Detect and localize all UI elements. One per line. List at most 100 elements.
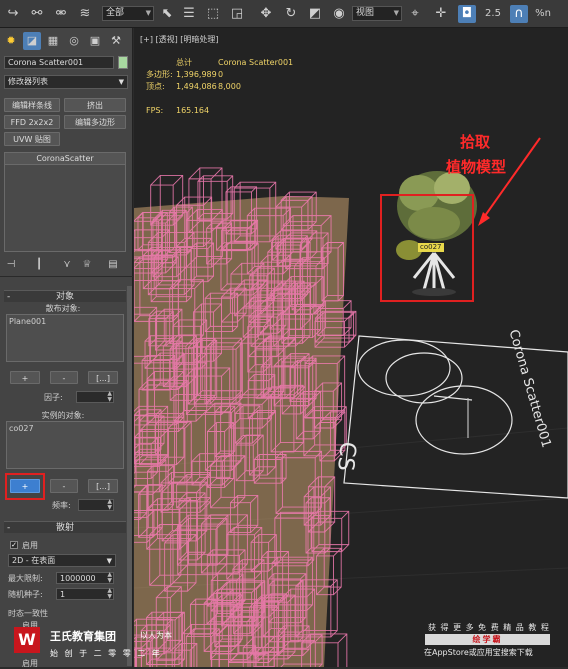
link-icon[interactable]: ⚯ [28, 5, 46, 23]
spinner-arrows-icon[interactable]: ▲ ▼ [107, 572, 112, 584]
view-mode-select[interactable]: 视图 ▼ [352, 6, 402, 21]
create-icon[interactable]: ✹ [2, 32, 20, 50]
enable-label: 启用 [22, 541, 38, 550]
scale-icon[interactable]: ◩ [306, 5, 324, 23]
factor-spinner[interactable]: ▲ ▼ [76, 391, 114, 403]
annotation-title-line2: 植物模型 [446, 158, 507, 176]
reference-coord-icon[interactable]: ◉ [330, 5, 348, 23]
instanced-object-item[interactable]: co027 [9, 424, 34, 433]
bind-space-warp-icon[interactable]: ≋ [76, 5, 94, 23]
more-instance-button[interactable]: [...] [88, 479, 118, 493]
make-unique-icon[interactable]: ⋎ [60, 256, 74, 274]
stack-item[interactable]: CoronaScatter [5, 153, 125, 165]
snap-icon[interactable]: ◘ [458, 5, 476, 23]
command-panel: ✹ ◪ ▦ ◎ ▣ ⚒ Corona Scatter001 修改器列表 ▼ 编辑… [0, 28, 133, 668]
window-crossing-icon[interactable]: ◲ [228, 5, 246, 23]
command-panel-scrollbar[interactable] [127, 286, 132, 666]
frequency-spinner[interactable]: ▲ ▼ [78, 499, 114, 511]
scatter-mode-dropdown[interactable]: 2D - 在表面 ▼ [8, 554, 116, 567]
promo-line1: 获 得 更 多 免 费 精 品 教 程 [428, 623, 550, 632]
distribute-object-item[interactable]: Plane001 [9, 317, 46, 326]
chevron-down-icon: ▼ [145, 9, 151, 17]
spinner-arrows-icon[interactable]: ▲ ▼ [107, 391, 112, 403]
more-distribute-button[interactable]: [...] [88, 371, 118, 384]
promo-app-name: 绘学霸 [425, 634, 550, 645]
modify-icon[interactable]: ◪ [23, 32, 41, 50]
pivot-icon[interactable]: ⌖ [406, 5, 424, 23]
annotation-arrow [481, 137, 541, 221]
move-icon[interactable]: ✥ [257, 5, 275, 23]
rect-region-icon[interactable]: ⬚ [204, 5, 222, 23]
scatter-rollout-title: 散射 [55, 523, 74, 533]
annotation-arrowhead-icon [478, 212, 490, 226]
stats-object-name: Corona Scatter001 [218, 58, 294, 67]
distribute-objects-list[interactable]: Plane001 [6, 314, 124, 362]
ffd-button[interactable]: FFD 2x2x2 [4, 115, 60, 129]
viewport-label[interactable]: [+] [透视] [明暗处理] [140, 34, 219, 45]
configure-sets-icon[interactable]: ▤ [106, 256, 120, 274]
utilities-icon[interactable]: ⚒ [107, 32, 125, 50]
motion-icon[interactable]: ◎ [65, 32, 83, 50]
pin-stack-icon[interactable]: ⊣ [4, 256, 18, 274]
add-distribute-button[interactable]: + [10, 371, 40, 384]
max-limit-spinner[interactable]: 1000000 ▲ ▼ [56, 572, 114, 584]
stats-poly-label: 多边形: [146, 70, 173, 79]
brand-name: 王氏教育集团 [50, 630, 116, 643]
brand-slogan: 以人为本 [140, 631, 172, 640]
scatter-rollout-header[interactable]: - 散射 [4, 521, 126, 533]
random-seed-spinner[interactable]: 1 ▲ ▼ [56, 588, 114, 600]
random-seed-label: 随机种子: [8, 590, 43, 599]
modifier-stack[interactable]: CoronaScatter [4, 152, 126, 252]
view-mode-value: 视图 [356, 8, 375, 18]
stack-tools: ⊣ ┃ ⋎ ♕ ▤ [4, 256, 128, 272]
enable-checkbox[interactable]: ✓ [10, 541, 18, 549]
object-color-swatch[interactable] [118, 56, 128, 69]
magnet-snap-icon[interactable]: ∩ [510, 5, 528, 23]
command-panel-tabs: ✹ ◪ ▦ ◎ ▣ ⚒ [2, 32, 130, 50]
promo-line2: 在AppStore或应用宝搜索下载 [424, 648, 533, 657]
unlink-icon[interactable]: ⚮ [52, 5, 70, 23]
perspective-viewport[interactable]: [+] [透视] [明暗处理] 总计 Corona Scatter001 多边形… [134, 28, 568, 667]
modifier-list-value: 修改器列表 [8, 77, 48, 86]
stats-poly-selected: 0 [218, 70, 224, 79]
remove-modifier-icon[interactable]: ♕ [80, 256, 94, 274]
factor-label: 因子: [44, 393, 63, 402]
remove-distribute-button[interactable]: - [50, 371, 78, 384]
angle-snap-value: 2.5 [485, 8, 501, 19]
object-name-value: Corona Scatter001 [8, 58, 84, 67]
main-toolbar: ↪ ⚯ ⚮ ≋ 全部 ▼ ⬉ ☰ ⬚ ◲ ✥ ↻ ◩ ◉ 视图 ▼ ⌖ ✛ ◘ 2.… [0, 0, 568, 28]
annotation-title-line1: 拾取 [460, 133, 491, 151]
percent-snap-icon[interactable]: %n [534, 5, 552, 23]
highlight-box [5, 473, 45, 500]
selection-filter-select[interactable]: 全部 ▼ [102, 6, 154, 21]
object-name-field[interactable]: Corona Scatter001 [4, 56, 114, 69]
temporal-consistency-label: 时态一致性 [8, 609, 48, 618]
display-icon[interactable]: ▣ [86, 32, 104, 50]
transform-gizmo-icon[interactable]: ✛ [432, 5, 450, 23]
select-icon[interactable]: ⬉ [158, 5, 176, 23]
stats-fps-value: 165.164 [176, 106, 210, 115]
rotate-icon[interactable]: ↻ [282, 5, 300, 23]
stats-vert-label: 顶点: [146, 82, 165, 91]
stats-total-label: 总计 [176, 58, 192, 67]
uvw-map-button[interactable]: UVW 贴图 [4, 132, 60, 146]
hierarchy-icon[interactable]: ▦ [44, 32, 62, 50]
show-end-result-icon[interactable]: ┃ [32, 256, 46, 274]
max-limit-label: 最大限制: [8, 574, 43, 583]
redo-icon[interactable]: ↪ [4, 5, 22, 23]
chevron-down-icon: ▼ [393, 9, 399, 17]
instanced-objects-label: 实例的对象: [41, 411, 85, 420]
edit-poly-button[interactable]: 编辑多边形 [64, 115, 126, 129]
spinner-arrows-icon[interactable]: ▲ ▼ [107, 499, 112, 511]
select-by-name-icon[interactable]: ☰ [180, 5, 198, 23]
chevron-down-icon: ▼ [106, 557, 112, 565]
remove-instance-button[interactable]: - [50, 479, 78, 493]
objects-rollout-title: 对象 [55, 292, 74, 302]
instanced-objects-list[interactable]: co027 [6, 421, 124, 469]
angle-snap-icon[interactable]: 2.5 [484, 5, 502, 23]
extrude-button[interactable]: 挤出 [64, 98, 126, 112]
objects-rollout-header[interactable]: - 对象 [4, 290, 126, 302]
spinner-arrows-icon[interactable]: ▲ ▼ [107, 588, 112, 600]
modifier-list-dropdown[interactable]: 修改器列表 ▼ [4, 75, 128, 89]
edit-spline-button[interactable]: 编辑样条线 [4, 98, 60, 112]
